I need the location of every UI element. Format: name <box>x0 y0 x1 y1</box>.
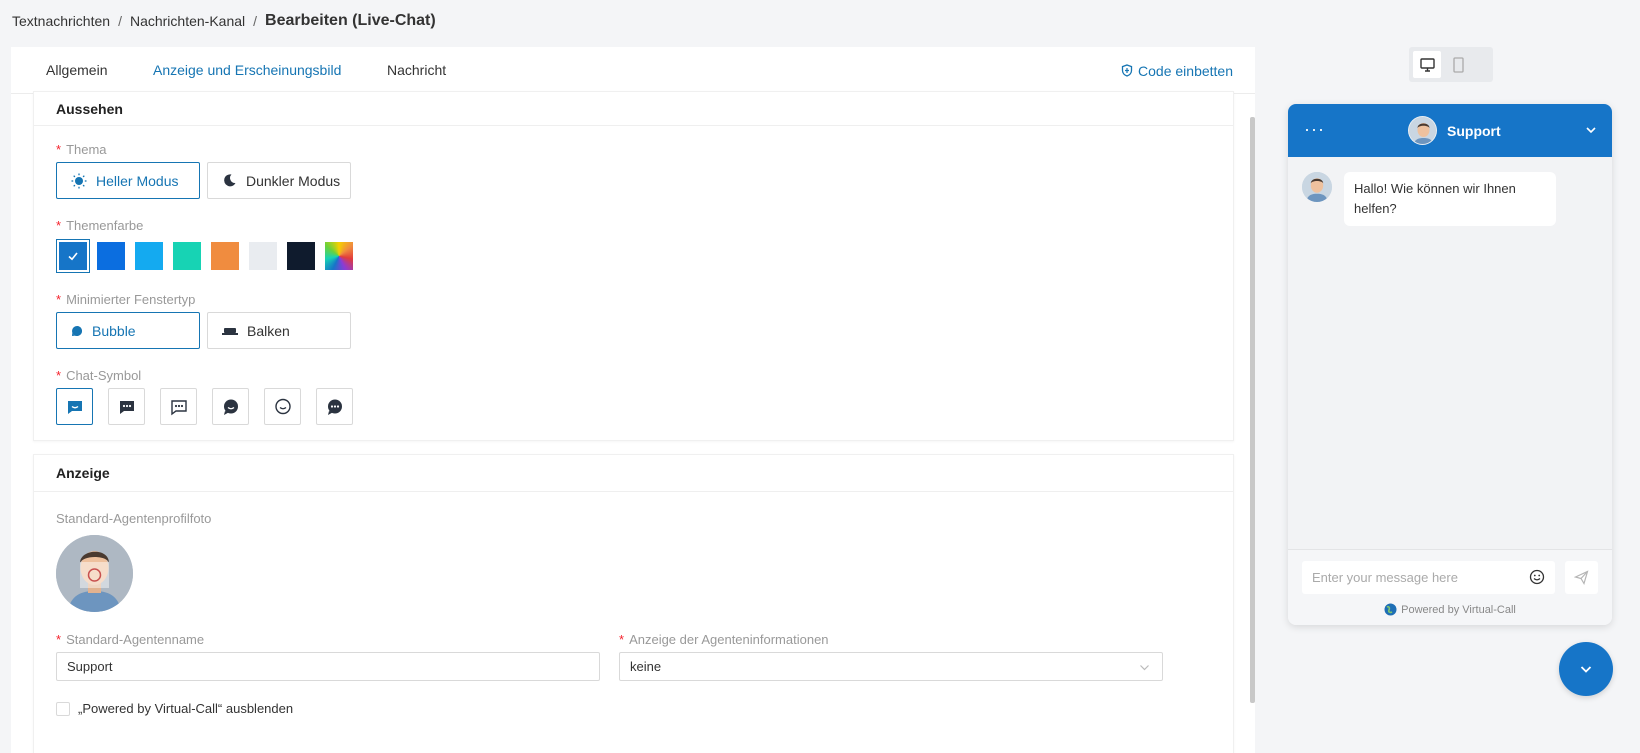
agent-info-select[interactable]: keine <box>619 652 1163 681</box>
avatar-icon <box>56 535 133 612</box>
settings-scrollbar[interactable] <box>1250 117 1255 703</box>
chat-header: ··· Support <box>1288 104 1612 157</box>
tab-allgemein[interactable]: Allgemein <box>46 47 107 94</box>
chat-symbol-option[interactable] <box>108 388 145 425</box>
theme-color-swatch[interactable] <box>211 242 239 270</box>
chat-message: Hallo! Wie können wir Ihnen helfen? <box>1302 172 1556 226</box>
avatar-icon <box>1409 117 1436 144</box>
hide-powered-by-row: „Powered by Virtual-Call“ ausblenden <box>56 701 293 716</box>
chat-symbol-option[interactable] <box>264 388 301 425</box>
chat-smile-square-icon <box>67 400 82 414</box>
minimized-bubble-button[interactable]: Bubble <box>56 312 200 349</box>
bar-icon <box>222 327 238 335</box>
avatar-icon <box>1302 172 1332 202</box>
appearance-card: Aussehen * Thema Heller Modus Dunkler Mod… <box>33 91 1234 441</box>
mobile-preview-button[interactable] <box>1444 51 1472 78</box>
minimized-type-label: * Minimierter Fenstertyp <box>56 292 196 307</box>
minimized-bubble-label: Bubble <box>92 322 136 339</box>
mobile-icon <box>1452 56 1464 73</box>
chat-symbol-option[interactable] <box>316 388 353 425</box>
message-input-placeholder: Enter your message here <box>1312 570 1458 585</box>
powered-by: Powered by Virtual-Call <box>1288 603 1612 616</box>
breadcrumb-item-kanal[interactable]: Nachrichten-Kanal <box>130 13 245 29</box>
theme-color-swatch[interactable] <box>97 242 125 270</box>
theme-color-swatch[interactable] <box>287 242 315 270</box>
theme-color-swatch[interactable] <box>249 242 277 270</box>
embed-code-link[interactable]: Code einbetten <box>1121 47 1233 94</box>
chat-symbol-label: * Chat-Symbol <box>56 368 142 383</box>
chat-agent-name: Support <box>1447 122 1501 139</box>
hide-powered-by-label: „Powered by Virtual-Call“ ausblenden <box>78 701 294 716</box>
message-input[interactable]: Enter your message here <box>1302 561 1555 594</box>
chat-agent: Support <box>1408 116 1501 145</box>
agent-name-label: * Standard-Agentenname <box>56 632 205 647</box>
minimized-bar-label: Balken <box>247 322 290 339</box>
theme-light-label: Heller Modus <box>96 172 179 189</box>
agent-profile-photo[interactable] <box>56 535 133 612</box>
theme-dark-button[interactable]: Dunkler Modus <box>207 162 351 199</box>
tab-nachricht[interactable]: Nachricht <box>387 47 446 94</box>
theme-color-swatch[interactable] <box>173 242 201 270</box>
chat-round-filled-icon <box>223 399 238 415</box>
desktop-icon <box>1419 57 1435 72</box>
theme-dark-label: Dunkler Modus <box>246 172 341 189</box>
tab-anzeige[interactable]: Anzeige und Erscheinungsbild <box>139 47 356 94</box>
embed-code-label: Code einbetten <box>1138 62 1233 79</box>
breadcrumb-item-textnachrichten[interactable]: Textnachrichten <box>12 13 110 29</box>
greeting-bubble: Hallo! Wie können wir Ihnen helfen? <box>1344 172 1556 226</box>
check-icon <box>68 252 78 261</box>
agent-avatar <box>1302 172 1332 202</box>
chevron-down-icon <box>1140 665 1149 671</box>
hide-powered-by-checkbox[interactable] <box>56 701 70 716</box>
chat-launcher-button[interactable] <box>1559 642 1613 696</box>
tab-bar: Allgemein Anzeige und Erscheinungsbild N… <box>11 47 1255 94</box>
globe-logo-icon <box>1384 603 1397 616</box>
chevron-down-icon[interactable] <box>1584 123 1598 137</box>
breadcrumb-separator: / <box>253 13 258 29</box>
minimized-bar-button[interactable]: Balken <box>207 312 351 349</box>
theme-color-swatch[interactable] <box>135 242 163 270</box>
chat-dots-outline-icon <box>170 399 187 415</box>
device-toggle <box>1409 47 1493 82</box>
settings-panel: Allgemein Anzeige und Erscheinungsbild N… <box>11 47 1255 753</box>
send-button[interactable] <box>1565 561 1598 594</box>
moon-icon <box>224 174 236 187</box>
chat-widget-preview: ··· Support Hallo! Wie können wir Ihnen … <box>1288 104 1612 625</box>
chat-footer: Enter your message here Powered by Virtu… <box>1288 549 1612 625</box>
sun-icon <box>71 173 87 188</box>
chat-dots-filled-icon <box>119 400 134 414</box>
display-card: Anzeige Standard-Agentenprofilfoto * Stan… <box>33 454 1234 753</box>
appearance-title: Aussehen <box>34 92 1233 126</box>
profile-photo-label: Standard-Agentenprofilfoto <box>56 511 212 526</box>
send-icon <box>1574 570 1589 585</box>
powered-by-text: Powered by Virtual-Call <box>1401 603 1516 616</box>
chat-symbol-option[interactable] <box>160 388 197 425</box>
desktop-preview-button[interactable] <box>1413 51 1441 78</box>
emoji-icon[interactable] <box>1529 569 1545 585</box>
display-title: Anzeige <box>34 455 1233 492</box>
theme-color-label: * Themenfarbe <box>56 218 144 233</box>
shield-icon <box>1121 64 1133 77</box>
agent-info-label: * Anzeige der Agenteninformationen <box>619 632 829 647</box>
agent-name-input[interactable] <box>56 652 600 681</box>
chat-smile-round-icon <box>274 398 291 414</box>
more-dots-icon[interactable]: ··· <box>1304 119 1325 140</box>
bubble-icon <box>72 325 83 336</box>
breadcrumb-separator: / <box>118 13 122 29</box>
chat-round-dots-icon <box>327 399 342 415</box>
page-title: Bearbeiten (Live-Chat) <box>265 12 436 29</box>
breadcrumb: Textnachrichten / Nachrichten-Kanal / Be… <box>12 10 436 32</box>
agent-info-value: keine <box>630 659 662 674</box>
theme-color-custom-swatch[interactable] <box>325 242 353 270</box>
theme-color-swatch-selected[interactable] <box>56 239 90 273</box>
agent-avatar <box>1408 116 1437 145</box>
chat-symbol-option[interactable] <box>56 388 93 425</box>
chat-symbol-option[interactable] <box>212 388 249 425</box>
chevron-down-icon <box>1580 666 1592 673</box>
theme-light-button[interactable]: Heller Modus <box>56 162 200 199</box>
theme-label: * Thema <box>56 142 107 157</box>
